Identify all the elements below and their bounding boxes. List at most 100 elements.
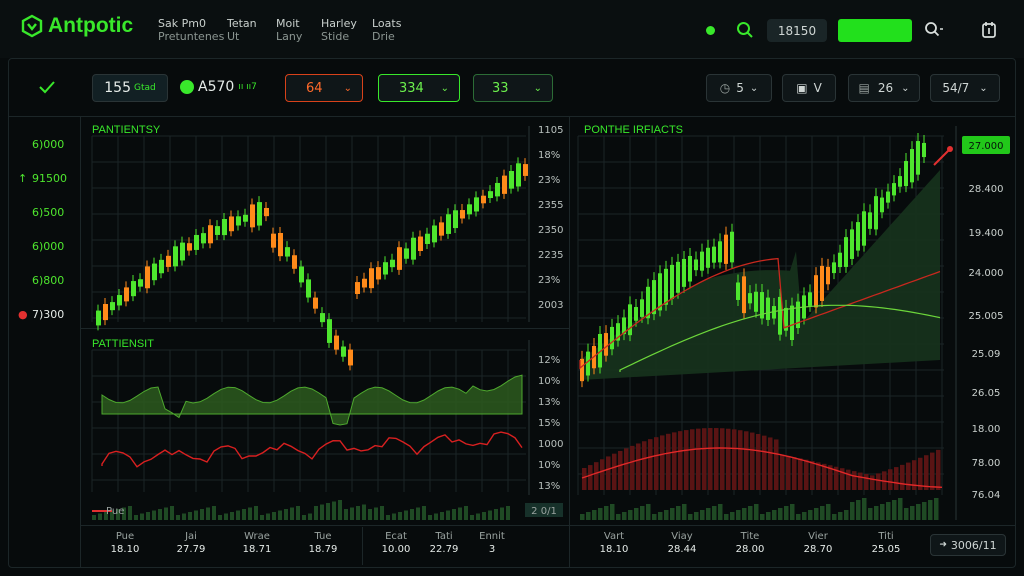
footer-cell: Jai 27.79 [158,530,224,556]
candle [844,237,848,267]
candle [736,282,740,300]
volume-bar [500,507,504,520]
candle [299,266,304,283]
candle [766,297,770,320]
chart-canvas[interactable]: 1105 18% 23% 2355 2350 2235 23% 2003 12% 10% 13% 15… [0,0,1024,576]
volume-bar [290,507,294,520]
candle [694,259,698,271]
legend-label: Pue [106,506,124,517]
volume-bar [464,506,468,520]
volume-bar [802,512,807,520]
volume-bar [934,498,939,520]
volume-bar [610,504,615,520]
y-tick-label: 2003 [538,300,563,311]
histogram-bar [636,443,641,490]
footer-cell: Titi 25.05 [852,530,920,556]
y-tick-label: 25.005 [969,311,1004,322]
candle [362,278,367,288]
volume-bar [832,514,837,520]
footer-value: 22.79 [429,544,459,555]
volume-bar [356,506,360,520]
histogram-bar [732,429,737,490]
volume-bar [652,514,657,520]
candle [516,163,521,187]
candle [862,211,866,246]
y-tick-label: 2235 [538,250,563,261]
histogram-bar [708,428,713,490]
volume-bar [374,507,378,520]
volume-bar [164,507,168,520]
volume-bar [622,512,627,520]
volume-bar [344,509,348,520]
histogram-bar [654,437,659,490]
candle [808,292,812,306]
volume-bar [664,510,669,520]
candle [724,234,728,264]
volume-bar [616,514,621,520]
volume-bar [494,509,498,520]
arrow-right-icon: ➜ [939,540,947,550]
histogram-bar [774,439,779,490]
histogram-bar [720,428,725,490]
footer-label: Tati [435,531,453,542]
volume-bar [236,510,240,520]
volume-bar [392,513,396,520]
candle [117,295,122,306]
footer-value: 28.44 [667,544,697,555]
volume-bar [440,512,444,520]
volume-bar [476,513,480,520]
corner-button[interactable]: ➜ 3006/11 [930,534,1006,556]
candle [904,161,908,187]
histogram-bar [678,431,683,490]
candle [790,305,794,341]
footer-cell: Ennit 3 [468,530,516,556]
volume-bar [428,515,432,520]
volume-bar [748,506,753,520]
footer-divider-v [362,527,363,565]
volume-bar [188,512,192,520]
candle [236,216,241,226]
candle [850,229,854,259]
volume-bar [742,508,747,520]
volume-bar [194,510,198,520]
histogram-bar [876,473,881,490]
volume-bar [362,504,366,520]
candle [103,304,108,321]
volume-bar [176,515,180,520]
volume-bar [212,506,216,520]
candle [664,268,668,305]
candle [640,299,644,317]
candle [628,304,632,336]
volume-bar [790,504,795,520]
candle [718,241,722,263]
candle [201,233,206,244]
candle [285,247,290,257]
candle [682,258,686,287]
footer-value: 18.71 [242,544,272,555]
candle [748,293,752,304]
y-tick-label: 1000 [538,439,563,450]
candle [742,276,746,314]
y-tick-label: 76.04 [972,490,1001,501]
candle [488,191,493,199]
y-tick-label: 18.00 [972,424,1001,435]
histogram-bar [600,459,605,490]
y-tick-label: 10% [538,460,560,471]
volume-bar [646,504,651,520]
footer-value: 28.00 [735,544,765,555]
footer-cell: Tue 18.79 [290,530,356,556]
volume-bar [272,512,276,520]
candle [670,264,674,299]
volume-bar [452,509,456,520]
volume-bar [886,502,891,520]
candle [509,171,514,189]
volume-bar [386,515,390,520]
volume-bar [826,504,831,520]
footer-label: Jai [185,531,197,542]
footer-label: Ennit [479,531,505,542]
histogram-bar [606,456,611,490]
volume-bar [338,500,342,520]
candle [439,222,444,236]
volume-bar [682,504,687,520]
volume-bar [242,509,246,520]
